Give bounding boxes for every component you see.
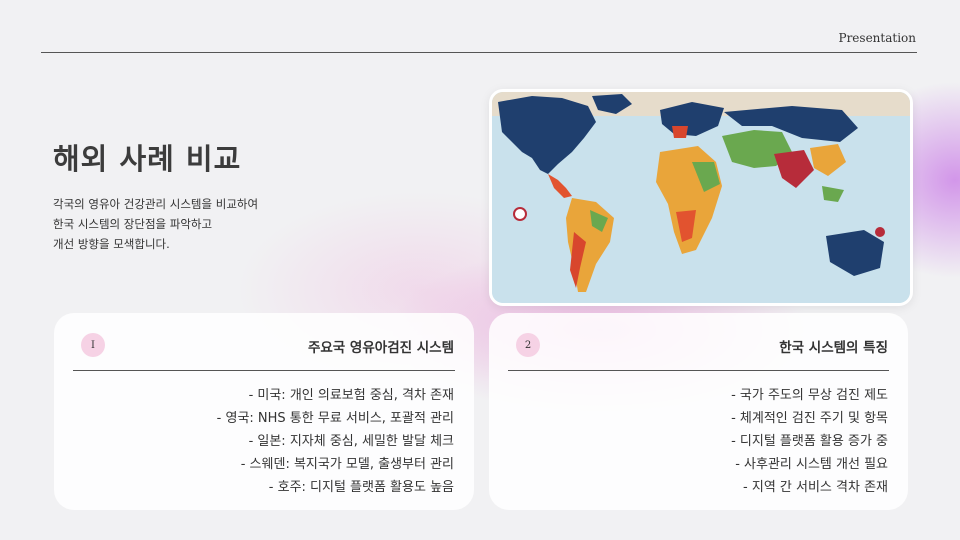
intro-line: 한국 시스템의 장단점을 파악하고: [53, 217, 213, 231]
intro-line: 각국의 영유아 건강관리 시스템을 비교하여: [53, 197, 259, 211]
list-item: - 디지털 플랫폼 활용 증가 중: [731, 434, 888, 449]
card-foreign-systems: I 주요국 영유아검진 시스템 - 미국: 개인 의료보험 중심, 격차 존재 …: [54, 313, 474, 510]
card-title: 주요국 영유아검진 시스템: [307, 340, 454, 356]
intro-text: 각국의 영유아 건강관리 시스템을 비교하여 한국 시스템의 장단점을 파악하고…: [53, 194, 258, 254]
world-map-image: [489, 89, 913, 306]
card-title: 한국 시스템의 특징: [779, 340, 888, 356]
card-divider: [508, 370, 889, 371]
list-item: - 사후관리 시스템 개선 필요: [735, 457, 888, 472]
list-item: - 국가 주도의 무상 검진 제도: [731, 388, 888, 403]
list-item: - 지역 간 서비스 격차 존재: [743, 480, 888, 495]
list-item: - 호주: 디지털 플랫폼 활용도 높음: [268, 480, 454, 495]
card-number-badge: I: [81, 333, 105, 357]
list-item: - 영국: NHS 통한 무료 서비스, 포괄적 관리: [216, 411, 454, 426]
intro-line: 개선 방향을 모색합니다.: [53, 237, 170, 251]
card-list: - 미국: 개인 의료보험 중심, 격차 존재 - 영국: NHS 통한 무료 …: [217, 384, 454, 499]
header-label: Presentation: [838, 31, 917, 45]
list-item: - 스웨덴: 복지국가 모델, 출생부터 관리: [240, 457, 454, 472]
list-item: - 체계적인 검진 주기 및 항목: [731, 411, 888, 426]
card-korea-system: 2 한국 시스템의 특징 - 국가 주도의 무상 검진 제도 - 체계적인 검진…: [489, 313, 908, 510]
card-list: - 국가 주도의 무상 검진 제도 - 체계적인 검진 주기 및 항목 - 디지…: [731, 384, 888, 499]
list-item: - 일본: 지자체 중심, 세밀한 발달 체크: [248, 434, 454, 449]
world-map-illustration: [492, 92, 910, 303]
page-title: 해외 사례 비교: [53, 142, 242, 176]
card-number-badge: 2: [516, 333, 540, 357]
header-divider: [41, 52, 917, 53]
card-divider: [73, 370, 455, 371]
list-item: - 미국: 개인 의료보험 중심, 격차 존재: [248, 388, 454, 403]
